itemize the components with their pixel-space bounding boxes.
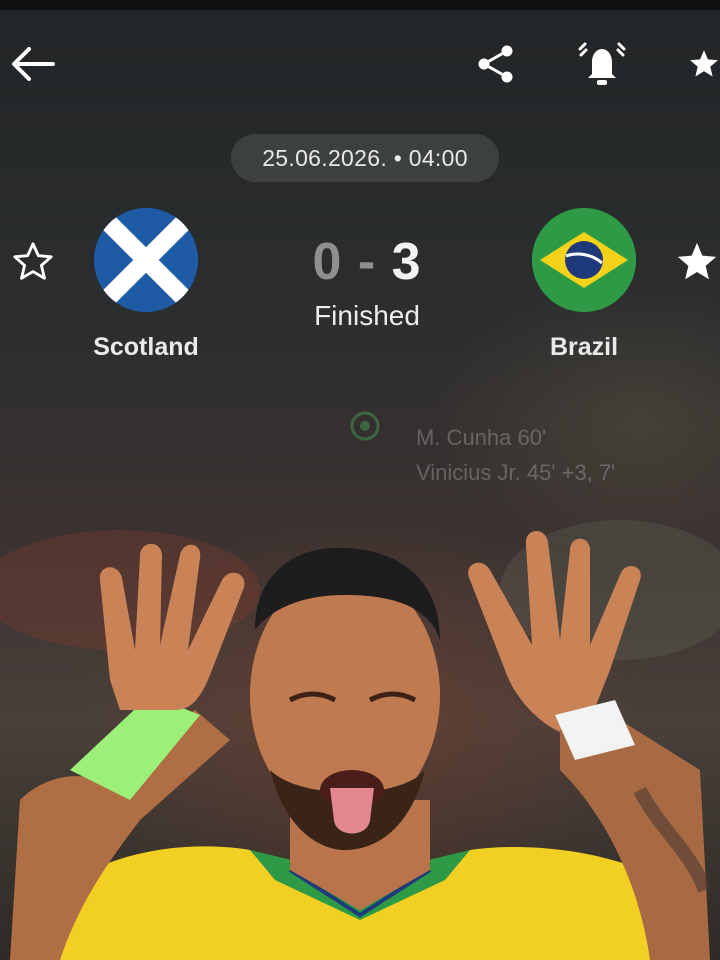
scoreline: 0 - 3 (300, 232, 434, 292)
home-team-favorite-button[interactable] (8, 238, 58, 286)
bell-icon (578, 42, 626, 85)
star-outline-icon (13, 242, 53, 280)
away-team-favorite-button[interactable] (674, 238, 720, 286)
home-team-name[interactable]: Scotland (56, 333, 236, 362)
share-icon (478, 45, 513, 83)
brazil-flag[interactable] (532, 208, 636, 312)
match-datetime: 25.06.2026. • 04:00 (231, 134, 499, 182)
goal-scorer-item: M. Cunha 60' (416, 425, 547, 450)
status-bar (0, 0, 720, 10)
player-celebration-photo (0, 520, 720, 960)
favorite-match-button[interactable] (678, 38, 720, 90)
share-button[interactable] (470, 40, 522, 88)
star-filled-icon (677, 242, 717, 280)
back-button[interactable] (6, 40, 60, 88)
match-status: Finished (314, 300, 420, 331)
home-score: 0 (312, 233, 343, 291)
match-detail-screen: 25.06.2026. • 04:00 Scotland 0 - 3 Finis… (0, 0, 720, 960)
scotland-flag-icon (94, 208, 198, 312)
arrow-left-icon (12, 47, 55, 81)
away-score: 3 (391, 233, 422, 291)
brazil-flag-icon (532, 208, 636, 312)
scotland-flag[interactable] (94, 208, 198, 312)
score-separator: - (357, 233, 377, 291)
notifications-button[interactable] (574, 38, 630, 90)
football-icon (350, 411, 380, 446)
star-filled-icon (690, 50, 718, 77)
away-team-name[interactable]: Brazil (494, 333, 674, 362)
